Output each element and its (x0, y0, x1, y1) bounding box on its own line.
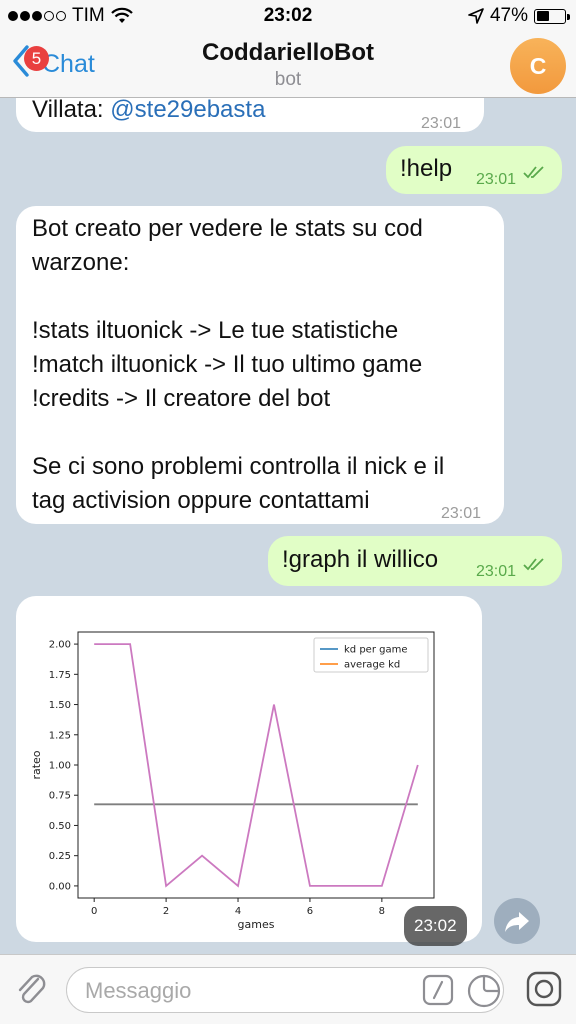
chat-area[interactable]: Villata: @ste29ebasta 23:01 !help 23:01 … (0, 98, 576, 954)
message-bubble-villata: Villata: @ste29ebasta 23:01 (16, 98, 484, 132)
message-bubble-help: !help 23:01 (386, 146, 562, 194)
input-bar: Messaggio (0, 954, 576, 1024)
location-arrow-icon (468, 8, 484, 24)
read-checks-icon (523, 166, 544, 179)
share-button[interactable] (494, 898, 540, 944)
chat-subtitle: bot (274, 69, 302, 90)
message-bubble-chart-image[interactable]: 0 2 4 6 8 0.00 0.25 0.50 0.75 1.00 1.25 1.50 1.75 2.0… (16, 596, 482, 946)
read-checks-icon (523, 558, 544, 571)
message-time: 23:01 (476, 563, 517, 580)
x-axis-label: games (238, 918, 275, 931)
y-tick-label: 0.50 (49, 821, 71, 832)
message-input[interactable]: Messaggio (66, 967, 504, 1013)
y-tick-label: 1.25 (49, 730, 71, 741)
y-tick-label: 2.00 (49, 640, 71, 651)
status-bar: TIM 23:02 47% (0, 0, 576, 32)
battery-level (536, 11, 550, 21)
legend-label: average kd (344, 660, 400, 671)
message-time: 23:01 (441, 505, 482, 522)
message-prefix: Villata: (32, 98, 111, 123)
battery-icon (534, 8, 570, 24)
battery-percent: 47% (489, 5, 528, 26)
message-text: Bot creato per vedere le stats su cod wa… (32, 215, 445, 514)
x-tick-label: 2 (163, 906, 169, 917)
message-bubble-graph: !graph il willico 23:01 (268, 536, 562, 586)
message-text: !help (400, 155, 453, 182)
chat-title: CoddarielloBot (202, 39, 374, 66)
x-tick-label: 6 (307, 906, 313, 917)
message-placeholder: Messaggio (85, 978, 192, 1003)
sticker-icon[interactable] (467, 974, 501, 1008)
camera-icon[interactable] (526, 971, 562, 1007)
y-axis-label: rateo (30, 750, 43, 779)
message-time: 23:01 (421, 115, 462, 132)
message-bubble-help-reply: Bot creato per vedere le stats su cod wa… (16, 206, 504, 524)
title-block[interactable]: CoddarielloBot bot (0, 39, 576, 91)
image-time: 23:02 (404, 906, 467, 946)
message-text: !graph il willico (282, 546, 439, 573)
y-tick-label: 1.50 (49, 700, 71, 711)
y-tick-label: 0.00 (49, 881, 71, 892)
x-tick-label: 0 (91, 906, 97, 917)
kd-chart: 0 2 4 6 8 0.00 0.25 0.50 0.75 1.00 1.25 1.50 1.75 2.0… (30, 631, 435, 931)
chat-header: Chat 5 CoddarielloBot bot C (0, 32, 576, 98)
message-text: Villata: @ste29ebasta (32, 98, 265, 127)
slash-command-icon[interactable] (422, 974, 454, 1006)
y-tick-label: 0.75 (49, 791, 71, 802)
mention-link[interactable]: @ste29ebasta (110, 98, 265, 123)
y-tick-label: 1.00 (49, 761, 71, 772)
status-right: 47% (468, 5, 570, 27)
legend-label: kd per game (344, 645, 407, 656)
y-tick-label: 1.75 (49, 670, 71, 681)
paperclip-icon[interactable] (12, 969, 52, 1009)
share-icon (505, 912, 529, 932)
x-tick-label: 4 (235, 906, 241, 917)
x-tick-label: 8 (379, 906, 385, 917)
avatar[interactable]: C (510, 38, 566, 94)
y-tick-label: 0.25 (49, 851, 71, 862)
message-time: 23:01 (476, 171, 517, 188)
